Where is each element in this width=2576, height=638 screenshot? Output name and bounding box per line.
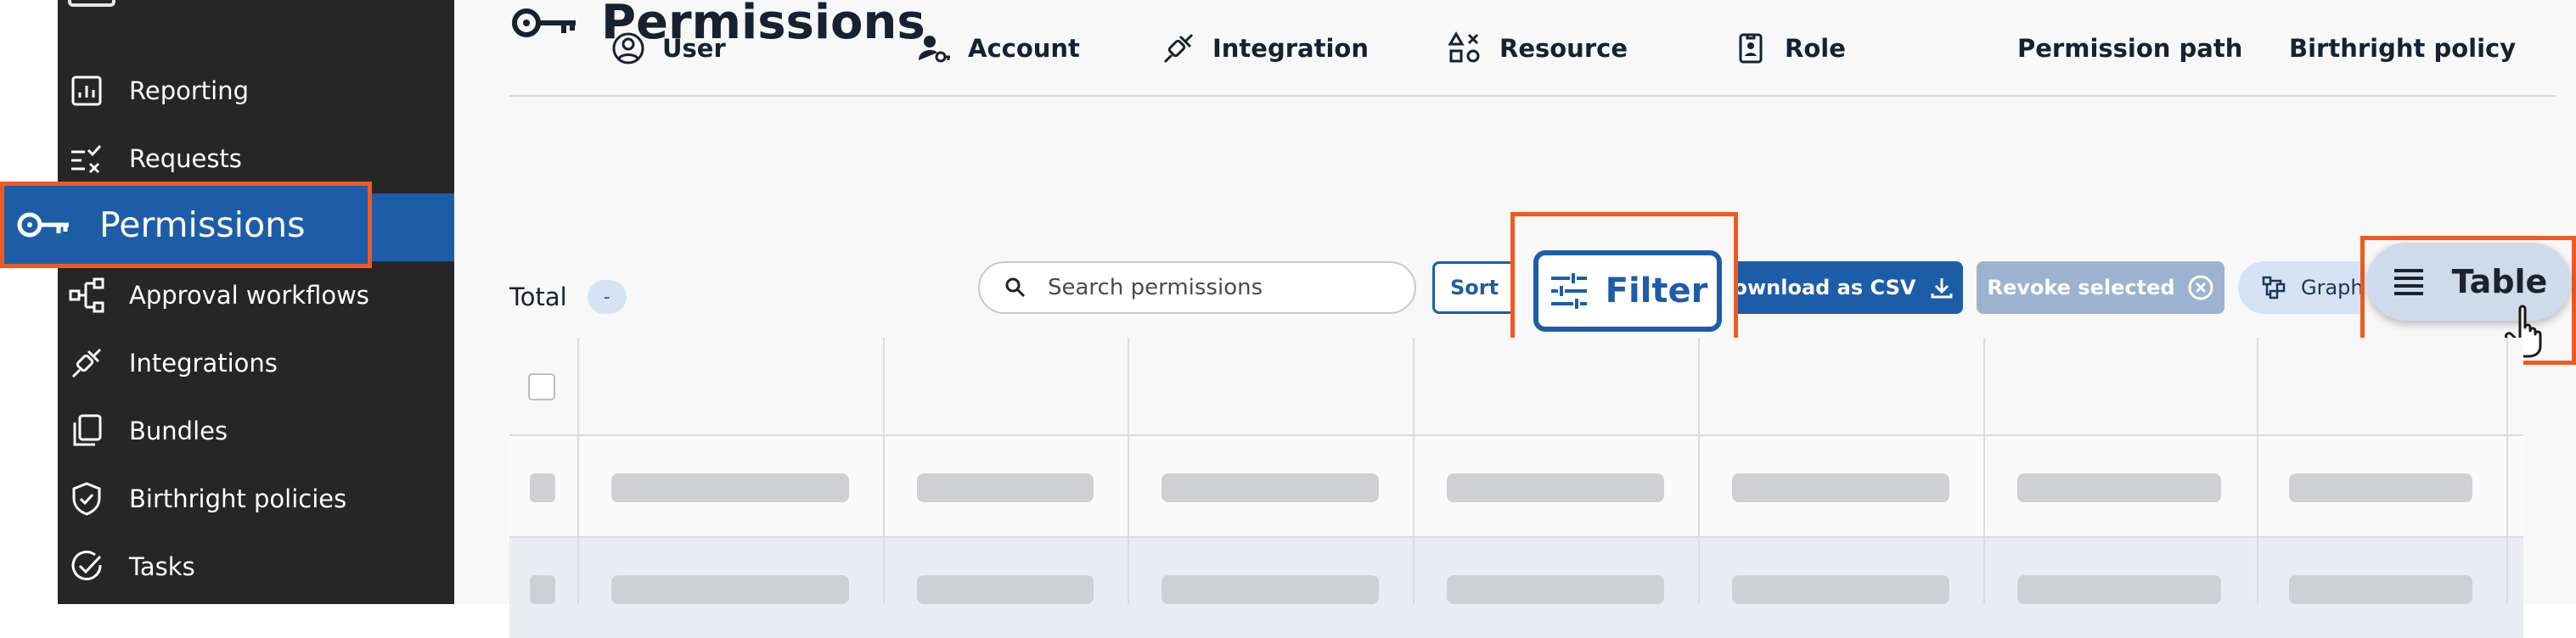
sidebar-item-tasks[interactable]: Tasks: [68, 541, 195, 592]
table-header: [509, 338, 2523, 437]
plug-icon: [71, 348, 102, 378]
key-icon: [17, 212, 69, 238]
plug-icon: [1163, 33, 1194, 64]
download-label: Download as CSV: [1716, 276, 1916, 299]
column-divider: [2257, 338, 2258, 604]
total-count: Total -: [509, 280, 627, 314]
column-header-role[interactable]: Role: [1734, 0, 1846, 97]
revoke-label: Revoke selected: [1987, 276, 2175, 299]
download-csv-button[interactable]: Download as CSV: [1708, 261, 1963, 314]
sidebar-item-label: Permissions: [99, 204, 306, 245]
sidebar-item-label: Requests: [129, 144, 242, 173]
sidebar-item-label: Birthright policies: [129, 484, 347, 513]
loading-skeleton: [530, 575, 555, 604]
column-header-permission-path[interactable]: Permission path: [2017, 0, 2242, 97]
key-icon: [512, 8, 576, 37]
bar-chart-icon: [71, 76, 102, 106]
column-label: Account: [968, 34, 1080, 63]
column-header-birthright-policy[interactable]: Birthright policy: [2289, 0, 2516, 97]
loading-skeleton: [2017, 473, 2221, 502]
sidebar-item-label: Tasks: [129, 552, 195, 581]
column-header-integration[interactable]: Integration: [1161, 0, 1369, 97]
column-header-user[interactable]: User: [611, 0, 726, 97]
column-header-resource[interactable]: Resource: [1448, 0, 1628, 97]
user-circle-icon: [612, 32, 644, 64]
loading-skeleton: [611, 575, 849, 604]
search-icon: [1005, 277, 1026, 298]
column-divider: [577, 338, 579, 604]
check-circle-icon: [71, 551, 102, 580]
sidebar-item-birthright-policies[interactable]: Birthright policies: [68, 473, 346, 524]
close-circle-icon: [2188, 275, 2213, 300]
sidebar-top-icon[interactable]: [68, 0, 115, 7]
column-label: Role: [1785, 34, 1846, 63]
column-label: Resource: [1499, 34, 1628, 63]
loading-skeleton: [1447, 473, 1664, 502]
search-input[interactable]: [1046, 274, 1389, 301]
column-label: Birthright policy: [2289, 34, 2517, 63]
column-label: User: [662, 34, 726, 63]
loading-skeleton: [1161, 473, 1379, 502]
loading-skeleton: [917, 473, 1094, 502]
loading-skeleton: [917, 575, 1094, 604]
filter-button[interactable]: Filter: [1533, 250, 1722, 332]
column-divider: [2506, 338, 2508, 604]
shapes-icon: [1448, 31, 1480, 63]
column-divider: [1128, 338, 1129, 604]
column-header-account[interactable]: Account: [917, 0, 1080, 97]
sidebar-item-permissions[interactable]: Permissions: [0, 182, 372, 268]
checklist-icon: [71, 144, 102, 174]
total-badge: -: [587, 280, 627, 314]
workflow-icon: [69, 277, 104, 313]
account-key-icon: [919, 36, 950, 63]
sliders-icon: [1550, 273, 1587, 309]
loading-skeleton: [530, 473, 555, 502]
loading-skeleton: [1732, 575, 1949, 604]
total-label: Total: [509, 283, 567, 311]
sidebar-item-label: Integrations: [129, 349, 278, 378]
sidebar-item-approval-workflows[interactable]: Approval workflows: [68, 270, 369, 321]
column-divider: [1983, 338, 1985, 604]
list-icon: [2393, 269, 2423, 295]
column-divider: [1413, 338, 1415, 604]
loading-skeleton: [1732, 473, 1949, 502]
search-box[interactable]: [978, 261, 1416, 314]
column-label: Integration: [1212, 34, 1369, 63]
sidebar-item-bundles[interactable]: Bundles: [68, 406, 228, 456]
sidebar-item-label: Reporting: [129, 76, 249, 105]
loading-skeleton: [2289, 473, 2472, 502]
graph-label: Graph: [2301, 276, 2364, 299]
loading-skeleton: [2289, 575, 2472, 604]
graph-icon: [2262, 276, 2286, 299]
table-label: Table: [2451, 263, 2548, 300]
download-icon: [1931, 278, 1953, 299]
badge-icon: [1739, 33, 1763, 64]
sidebar-item-requests[interactable]: Requests: [68, 133, 242, 184]
graph-view-button[interactable]: Graph: [2238, 261, 2374, 314]
column-divider: [1698, 338, 1700, 604]
loading-skeleton: [1447, 575, 1664, 604]
sidebar-item-reporting[interactable]: Reporting: [68, 65, 249, 116]
column-divider: [883, 338, 885, 604]
copy-icon: [73, 414, 102, 446]
loading-skeleton: [2017, 575, 2221, 604]
column-label: Permission path: [2017, 34, 2243, 63]
sidebar-item-integrations[interactable]: Integrations: [68, 338, 278, 389]
sort-label: Sort: [1450, 276, 1499, 299]
select-all-checkbox[interactable]: [528, 373, 555, 400]
loading-skeleton: [611, 473, 849, 502]
loading-skeleton: [1161, 575, 1379, 604]
sidebar-item-label: Bundles: [129, 417, 228, 445]
sidebar-item-label: Approval workflows: [129, 281, 369, 310]
filter-label: Filter: [1605, 271, 1708, 311]
revoke-selected-button[interactable]: Revoke selected: [1977, 261, 2224, 314]
shield-check-icon: [72, 482, 101, 516]
